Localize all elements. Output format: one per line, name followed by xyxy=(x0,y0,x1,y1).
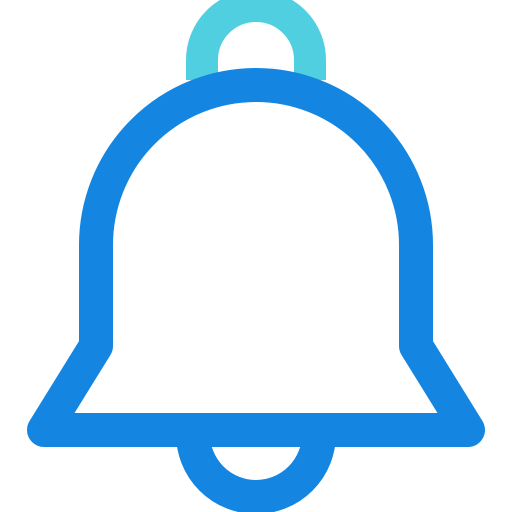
bell-body xyxy=(27,68,485,447)
bell-icon-canvas xyxy=(0,0,512,512)
bell-icon xyxy=(27,0,485,512)
